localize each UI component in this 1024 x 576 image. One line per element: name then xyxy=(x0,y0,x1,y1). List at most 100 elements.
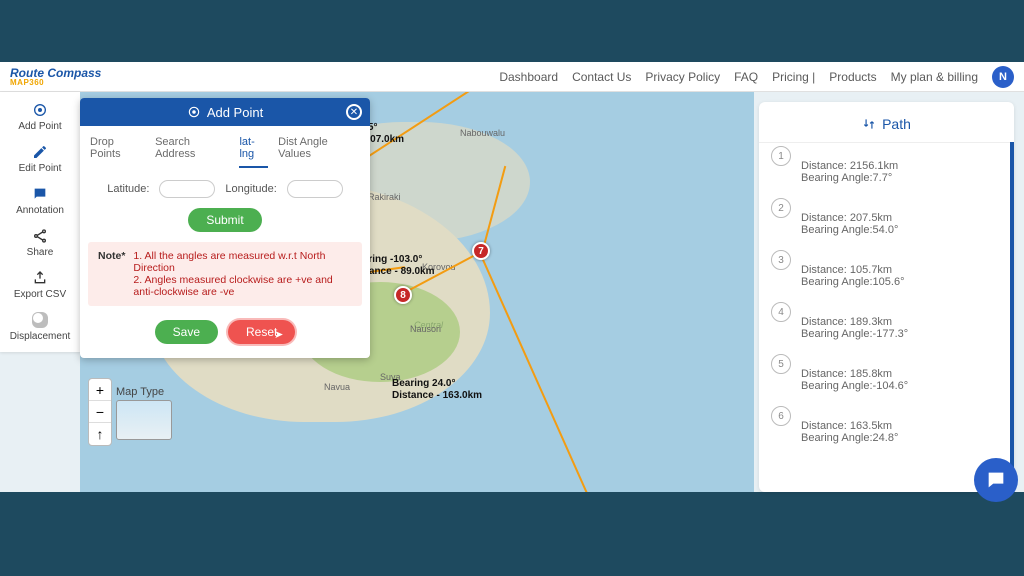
close-icon[interactable]: ✕ xyxy=(346,104,362,120)
sidebar-edit-point[interactable]: Edit Point xyxy=(0,138,80,180)
map-type-label: Map Type xyxy=(116,386,172,398)
dialog-header: Add Point ✕ xyxy=(80,98,370,126)
sidebar-item-label: Edit Point xyxy=(19,163,62,174)
path-title: Path xyxy=(882,116,911,132)
nav-faq[interactable]: FAQ xyxy=(734,70,758,84)
share-icon xyxy=(32,228,48,244)
route-node[interactable]: 8 xyxy=(394,286,412,304)
path-distance: Distance: 185.8km xyxy=(801,368,908,380)
map-overlay: Bearing 24.0°Distance - 163.0km xyxy=(392,378,482,402)
longitude-label: Longitude: xyxy=(225,183,276,195)
note-title: Note* xyxy=(98,250,125,298)
sidebar-share[interactable]: Share xyxy=(0,222,80,264)
latitude-input[interactable] xyxy=(159,180,215,198)
target-icon xyxy=(32,102,48,118)
path-bearing: Bearing Angle:-104.6° xyxy=(801,380,908,392)
path-distance: Distance: 2156.1km xyxy=(801,160,898,172)
zoom-out-button[interactable]: − xyxy=(89,401,111,423)
nav-plan-billing[interactable]: My plan & billing xyxy=(891,70,978,84)
dialog-tabs: Drop Points Search Address lat-lng Dist … xyxy=(80,126,370,168)
sidebar-item-label: Add Point xyxy=(18,121,61,132)
path-item[interactable]: 2 Distance: 207.5kmBearing Angle:54.0° xyxy=(771,198,1010,236)
nav-dashboard[interactable]: Dashboard xyxy=(499,70,558,84)
path-item[interactable]: 4Distance: 189.3kmBearing Angle:-177.3° xyxy=(771,302,1010,340)
path-bearing: Bearing Angle:24.8° xyxy=(801,432,898,444)
zoom-control: + − ↑ xyxy=(88,378,112,446)
export-icon xyxy=(32,270,48,286)
nav-privacy[interactable]: Privacy Policy xyxy=(645,70,720,84)
route-node[interactable]: 7 xyxy=(472,242,490,260)
path-index: 4 xyxy=(771,302,791,322)
save-button[interactable]: Save xyxy=(155,320,218,344)
pencil-icon xyxy=(32,144,48,160)
route-line xyxy=(479,253,619,492)
dialog-actions: Save Reset ➤ xyxy=(80,310,370,358)
sidebar-item-label: Annotation xyxy=(16,205,64,216)
avatar[interactable]: N xyxy=(992,66,1014,88)
map-type-thumb[interactable] xyxy=(116,400,172,440)
note-body: 1. All the angles are measured w.r.t Nor… xyxy=(133,250,352,298)
sidebar-add-point[interactable]: Add Point xyxy=(0,96,80,138)
reset-button[interactable]: Reset ➤ xyxy=(228,320,295,344)
place-label: Rakiraki xyxy=(368,192,401,202)
brand-line2: MAP360 xyxy=(10,79,101,87)
longitude-input[interactable] xyxy=(287,180,343,198)
target-icon xyxy=(187,105,201,119)
nav-products[interactable]: Products xyxy=(829,70,876,84)
chat-fab[interactable] xyxy=(974,458,1018,502)
path-index: 2 xyxy=(771,198,791,218)
zoom-reset-north-button[interactable]: ↑ xyxy=(89,423,111,445)
tab-drop-points[interactable]: Drop Points xyxy=(90,136,145,168)
toggle-icon[interactable] xyxy=(32,312,48,328)
path-distance: Distance: 163.5km xyxy=(801,420,898,432)
path-index: 3 xyxy=(771,250,791,270)
swap-icon xyxy=(862,117,876,131)
chat-icon xyxy=(985,469,1007,491)
sidebar-export[interactable]: Export CSV xyxy=(0,264,80,306)
brand-line1: Route Compass xyxy=(10,67,101,79)
sidebar-item-label: Share xyxy=(27,247,54,258)
path-bearing: Bearing Angle:-177.3° xyxy=(801,328,908,340)
path-item[interactable]: 5 Distance: 185.8kmBearing Angle:-104.6° xyxy=(771,354,1010,392)
dialog-title: Add Point xyxy=(207,105,263,120)
path-panel: Path 1Distance: 2156.1kmBearing Angle:7.… xyxy=(759,102,1014,492)
tab-search-address[interactable]: Search Address xyxy=(155,136,229,168)
path-item[interactable]: 6 Distance: 163.5kmBearing Angle:24.8° xyxy=(771,406,1010,444)
path-index: 5 xyxy=(771,354,791,374)
path-list[interactable]: 1Distance: 2156.1kmBearing Angle:7.7° 2D… xyxy=(759,142,1014,492)
sidebar-item-label: Export CSV xyxy=(14,289,66,300)
path-bearing: Bearing Angle:105.6° xyxy=(801,276,904,288)
place-label: Nausori xyxy=(410,324,441,334)
path-item[interactable]: 3 Distance: 105.7kmBearing Angle:105.6° xyxy=(771,250,1010,288)
path-index: 6 xyxy=(771,406,791,426)
path-distance: Distance: 207.5km xyxy=(801,212,898,224)
sidebar: Add Point Edit Point Annotation Share Ex… xyxy=(0,92,80,352)
path-bearing: Bearing Angle:54.0° xyxy=(801,224,898,236)
map-type-selector[interactable]: Map Type xyxy=(116,386,172,440)
cursor-icon: ➤ xyxy=(274,328,283,341)
path-bearing: Bearing Angle:7.7° xyxy=(801,172,898,184)
sidebar-annotation[interactable]: Annotation xyxy=(0,180,80,222)
latitude-label: Latitude: xyxy=(107,183,149,195)
nav-pricing[interactable]: Pricing | xyxy=(772,70,815,84)
path-distance: Distance: 105.7km xyxy=(801,264,904,276)
tab-lat-lng[interactable]: lat-lng xyxy=(239,136,268,168)
latlng-form: Latitude: Longitude: xyxy=(80,168,370,202)
logo[interactable]: Route Compass MAP360 xyxy=(10,67,101,87)
place-label: Navua xyxy=(324,382,350,392)
path-item[interactable]: 1Distance: 2156.1kmBearing Angle:7.7° xyxy=(771,146,1010,184)
sidebar-item-label: Displacement xyxy=(10,331,71,342)
reset-label: Reset xyxy=(246,325,277,339)
add-point-dialog: Add Point ✕ Drop Points Search Address l… xyxy=(80,98,370,358)
note-box: Note* 1. All the angles are measured w.r… xyxy=(88,242,362,306)
nav-contact[interactable]: Contact Us xyxy=(572,70,631,84)
tab-dist-angle[interactable]: Dist Angle Values xyxy=(278,136,360,168)
zoom-in-button[interactable]: + xyxy=(89,379,111,401)
submit-button[interactable]: Submit xyxy=(188,208,261,232)
top-nav: Dashboard Contact Us Privacy Policy FAQ … xyxy=(499,66,1014,88)
comment-icon xyxy=(32,186,48,202)
topbar: Route Compass MAP360 Dashboard Contact U… xyxy=(0,62,1024,92)
sidebar-displacement[interactable]: Displacement xyxy=(0,306,80,348)
place-label: Nabouwalu xyxy=(460,128,505,138)
path-panel-header: Path xyxy=(759,110,1014,143)
